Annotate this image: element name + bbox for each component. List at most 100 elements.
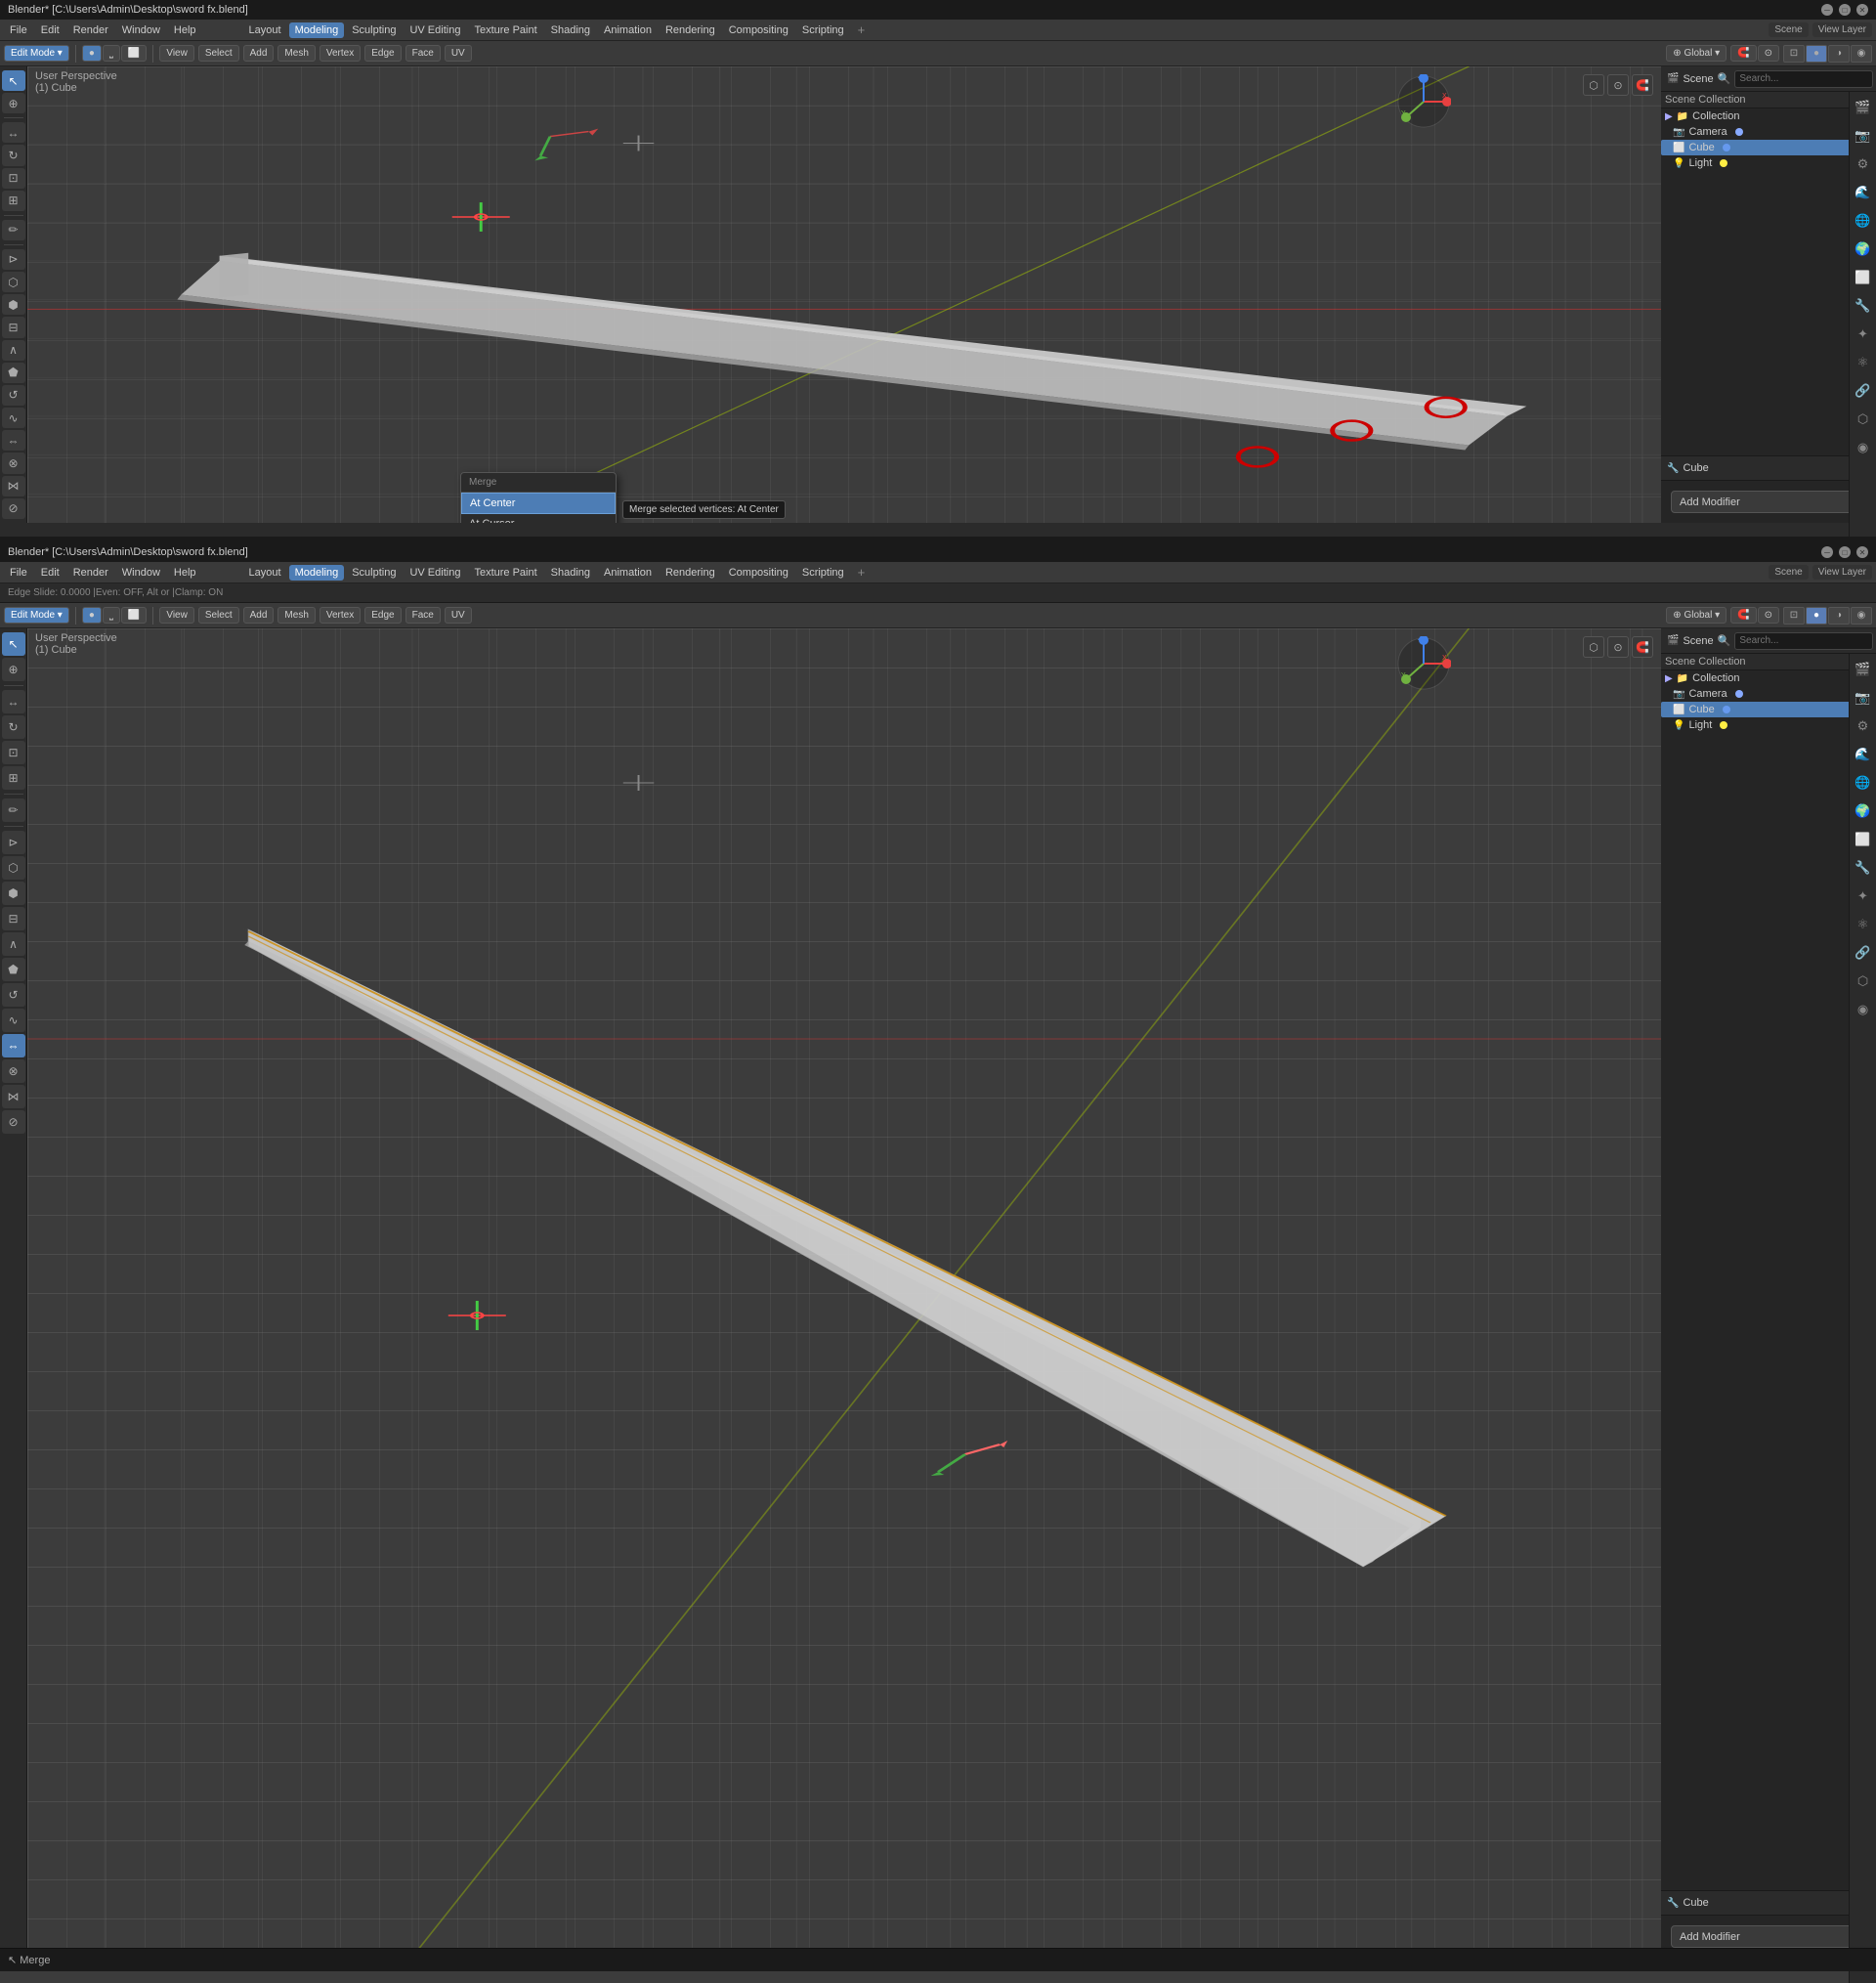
edge-menu-top[interactable]: Edge: [364, 45, 401, 62]
face-menu-bot[interactable]: Face: [405, 607, 441, 624]
top-3d-viewport[interactable]: User Perspective (1) Cube: [27, 66, 1661, 523]
wire-shade-bot[interactable]: ⊡: [1783, 607, 1805, 625]
tool-bevel[interactable]: ⬢: [2, 294, 25, 315]
tool-rip-bot[interactable]: ⊘: [2, 1110, 25, 1134]
mesh-menu-top[interactable]: Mesh: [277, 45, 315, 62]
render-shade[interactable]: ◉: [1851, 45, 1872, 63]
face-select-bot[interactable]: ⬜: [121, 607, 147, 624]
camera-item-bot[interactable]: 📷 Camera 👁: [1661, 686, 1876, 702]
physics-props-btn-top[interactable]: ⚛: [1850, 349, 1876, 376]
tab-layout-bot[interactable]: Layout: [243, 565, 287, 581]
tool-smooth[interactable]: ∿: [2, 408, 25, 428]
tab-add-bot[interactable]: +: [852, 563, 872, 582]
view-menu-bot[interactable]: View: [159, 607, 194, 624]
light-item-top[interactable]: 💡 Light 👁: [1661, 155, 1876, 171]
menu-file-bot[interactable]: File: [4, 565, 33, 581]
mode-edit-top[interactable]: Edit Mode ▾: [4, 45, 69, 62]
add-modifier-btn-bot[interactable]: Add Modifier ▾: [1671, 1925, 1866, 1948]
tab-animation-bot[interactable]: Animation: [598, 565, 658, 581]
tool-select[interactable]: ↖: [2, 70, 25, 91]
gizmo-btn[interactable]: ⊙: [1607, 74, 1629, 96]
vertex-menu-bot[interactable]: Vertex: [320, 607, 361, 624]
bottom-3d-viewport[interactable]: User Perspective (1) Cube: [27, 628, 1661, 1958]
menu-window-bot[interactable]: Window: [116, 565, 166, 581]
collection-item-bot[interactable]: ▶ 📁 Collection 👁: [1661, 670, 1876, 686]
tool-shrink-bot[interactable]: ⊗: [2, 1059, 25, 1083]
cube-item-top[interactable]: ⬜ Cube 👁: [1661, 140, 1876, 155]
tool-bevel-bot[interactable]: ⬢: [2, 882, 25, 905]
tool-transform[interactable]: ⊞: [2, 191, 25, 211]
tool-scale-bot[interactable]: ⊡: [2, 741, 25, 764]
output-props-btn-bot[interactable]: ⚙: [1850, 712, 1876, 740]
scene-props-btn-bot[interactable]: 🎬: [1850, 656, 1876, 683]
tool-inset[interactable]: ⬡: [2, 272, 25, 292]
merge-at-center[interactable]: At Center: [461, 493, 616, 514]
vertex-menu-top[interactable]: Vertex: [320, 45, 361, 62]
material-shade[interactable]: ◑: [1828, 45, 1850, 63]
menu-help-bot[interactable]: Help: [168, 565, 202, 581]
scene-selector-top[interactable]: Scene: [1769, 22, 1808, 37]
scene-props2-btn-top[interactable]: 🌐: [1850, 207, 1876, 235]
proportional-btn-bot[interactable]: ⊙: [1758, 607, 1779, 624]
object-props-btn-bot[interactable]: ⬜: [1850, 826, 1876, 853]
tool-loop-cut-bot[interactable]: ⊟: [2, 907, 25, 930]
constraint-props-btn-top[interactable]: 🔗: [1850, 377, 1876, 405]
gizmo-btn-bot[interactable]: ⊙: [1607, 636, 1629, 658]
tool-scale[interactable]: ⊡: [2, 168, 25, 189]
modifier-props-btn-bot[interactable]: 🔧: [1850, 854, 1876, 882]
tab-rendering-top[interactable]: Rendering: [660, 22, 721, 38]
tool-knife[interactable]: ∧: [2, 340, 25, 361]
tab-compositing-top[interactable]: Compositing: [723, 22, 794, 38]
tab-rendering-bot[interactable]: Rendering: [660, 565, 721, 581]
mode-edit-bot[interactable]: Edit Mode ▾: [4, 607, 69, 624]
tab-modeling-bot[interactable]: Modeling: [289, 565, 345, 581]
vertex-select-bot[interactable]: ●: [82, 607, 102, 624]
overlay-btn[interactable]: ⬡: [1583, 74, 1604, 96]
select-menu-top[interactable]: Select: [198, 45, 239, 62]
tool-shrink[interactable]: ⊗: [2, 453, 25, 473]
tool-spin-bot[interactable]: ↺: [2, 983, 25, 1007]
tab-shading-bot[interactable]: Shading: [545, 565, 596, 581]
tool-move-bot[interactable]: ↔: [2, 690, 25, 713]
magnet-btn-bot[interactable]: 🧲: [1730, 607, 1756, 624]
tab-sculpting-top[interactable]: Sculpting: [346, 22, 402, 38]
add-modifier-btn-top[interactable]: Add Modifier ▾: [1671, 491, 1866, 513]
mesh-menu-bot[interactable]: Mesh: [277, 607, 315, 624]
global-transform[interactable]: ⊕ Global ▾: [1666, 45, 1727, 62]
tool-annotate-bot[interactable]: ✏: [2, 798, 25, 822]
tool-shear-bot[interactable]: ⋈: [2, 1085, 25, 1108]
tab-add-top[interactable]: +: [852, 21, 872, 39]
tool-knife-bot[interactable]: ∧: [2, 932, 25, 956]
edge-menu-bot[interactable]: Edge: [364, 607, 401, 624]
menu-render-bot[interactable]: Render: [67, 565, 114, 581]
select-menu-bot[interactable]: Select: [198, 607, 239, 624]
tab-animation-top[interactable]: Animation: [598, 22, 658, 38]
edge-select-bot[interactable]: ⎵: [103, 607, 120, 624]
object-props-btn-top[interactable]: ⬜: [1850, 264, 1876, 291]
tool-smooth-bot[interactable]: ∿: [2, 1009, 25, 1032]
bottom-close-btn[interactable]: ✕: [1856, 546, 1868, 558]
tool-rotate-bot[interactable]: ↻: [2, 715, 25, 739]
proportional-btn[interactable]: ⊙: [1758, 45, 1779, 62]
modifier-props-btn-top[interactable]: 🔧: [1850, 292, 1876, 320]
output-props-btn-top[interactable]: ⚙: [1850, 151, 1876, 178]
collection-item-top[interactable]: ▶ 📁 Collection 👁: [1661, 108, 1876, 124]
camera-item-top[interactable]: 📷 Camera 👁: [1661, 124, 1876, 140]
minimize-btn[interactable]: ─: [1821, 4, 1833, 16]
tab-uv-top[interactable]: UV Editing: [404, 22, 466, 38]
tab-uv-bot[interactable]: UV Editing: [404, 565, 466, 581]
snap-btn-bot[interactable]: 🧲: [1632, 636, 1653, 658]
world-props-btn-top[interactable]: 🌍: [1850, 236, 1876, 263]
outliner-search-top[interactable]: [1734, 70, 1873, 88]
tool-rotate[interactable]: ↻: [2, 145, 25, 165]
tab-sculpting-bot[interactable]: Sculpting: [346, 565, 402, 581]
outliner-search-bot[interactable]: [1734, 632, 1873, 650]
data-props-btn-bot[interactable]: ⬡: [1850, 968, 1876, 995]
tab-compositing-bot[interactable]: Compositing: [723, 565, 794, 581]
wire-shade[interactable]: ⊡: [1783, 45, 1805, 63]
menu-help[interactable]: Help: [168, 22, 202, 38]
solid-shade-bot[interactable]: ●: [1806, 607, 1827, 625]
close-btn[interactable]: ✕: [1856, 4, 1868, 16]
magnet-btn[interactable]: 🧲: [1730, 45, 1756, 62]
tool-cursor-bot[interactable]: ⊕: [2, 658, 25, 681]
